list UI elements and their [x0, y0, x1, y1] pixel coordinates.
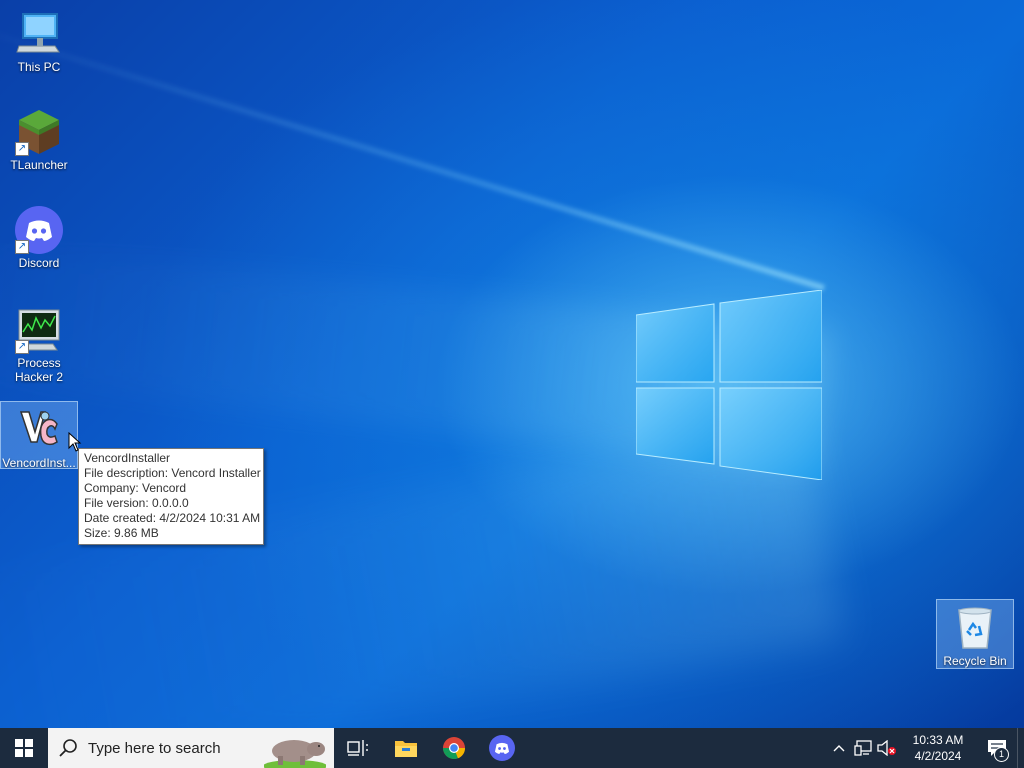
action-center-button[interactable]: 1 — [977, 728, 1017, 768]
notification-count-badge: 1 — [994, 747, 1009, 762]
task-view-icon — [347, 740, 368, 756]
windows-start-icon — [15, 739, 33, 757]
clock-date: 4/2/2024 — [914, 749, 962, 763]
desktop-icon-this-pc[interactable]: This PC — [1, 10, 77, 74]
taskbar-file-explorer[interactable] — [382, 728, 430, 768]
taskbar-search-box[interactable]: Type here to search — [48, 728, 334, 768]
start-button[interactable] — [0, 728, 48, 768]
tooltip-description: File description: Vencord Installer — [84, 466, 261, 480]
desktop-icon-label: TLauncher — [10, 158, 68, 172]
network-button[interactable] — [851, 728, 875, 768]
desktop-icon-label: VencordInst... — [2, 456, 76, 470]
system-tray: 10:33 AM 4/2/2024 1 — [827, 728, 1024, 768]
show-desktop-button[interactable] — [1017, 728, 1024, 768]
light-beam — [0, 21, 825, 291]
desktop-icon-label: Discord — [18, 256, 60, 270]
desktop-icon-vencord-installer[interactable]: VencordInst... — [0, 401, 78, 470]
chevron-up-icon — [833, 745, 845, 752]
clock-time: 10:33 AM — [912, 733, 964, 747]
desktop-icon-label: Process Hacker 2 — [14, 356, 64, 384]
file-info-tooltip: VencordInstaller File description: Venco… — [78, 448, 264, 545]
mouse-cursor-icon — [68, 432, 82, 452]
desktop-icon-label: Recycle Bin — [943, 654, 1007, 668]
desktop-icon-tlauncher[interactable]: ↗ TLauncher — [1, 108, 77, 172]
desktop-icon-label: This PC — [17, 60, 61, 74]
taskbar-chrome[interactable] — [430, 728, 478, 768]
volume-muted-icon — [877, 740, 896, 756]
shortcut-arrow-icon: ↗ — [15, 240, 29, 254]
tooltip-company: Company: Vencord — [84, 481, 187, 495]
tooltip-date-created: Date created: 4/2/2024 10:31 AM — [84, 511, 261, 525]
windows-logo-wallpaper — [636, 290, 822, 480]
tooltip-size: Size: 9.86 MB — [84, 526, 159, 540]
tooltip-name: VencordInstaller — [84, 451, 171, 465]
tooltip-version: File version: 0.0.0.0 — [84, 496, 189, 510]
desktop-background[interactable]: This PC ↗ TLauncher ↗ Discord ↗ Process … — [0, 0, 1024, 728]
task-view-button[interactable] — [334, 728, 382, 768]
computer-icon — [15, 10, 63, 58]
taskbar: Type here to search 10:33 AM 4/2/2024 1 — [0, 728, 1024, 768]
recycle-bin-icon — [951, 604, 999, 652]
search-icon — [59, 739, 77, 757]
show-hidden-icons-button[interactable] — [827, 728, 851, 768]
search-highlight-hippo-image — [264, 740, 326, 768]
taskbar-discord[interactable] — [478, 728, 526, 768]
desktop-icon-discord[interactable]: ↗ Discord — [1, 206, 77, 270]
search-placeholder: Type here to search — [88, 739, 221, 757]
desktop-icon-process-hacker[interactable]: ↗ Process Hacker 2 — [1, 306, 77, 384]
desktop-icon-recycle-bin[interactable]: Recycle Bin — [936, 599, 1014, 669]
vencord-installer-icon — [15, 406, 63, 454]
taskbar-clock[interactable]: 10:33 AM 4/2/2024 — [903, 732, 973, 764]
minecraft-grass-block-icon: ↗ — [15, 108, 63, 156]
volume-button[interactable] — [875, 728, 899, 768]
shortcut-arrow-icon: ↗ — [15, 340, 29, 354]
shortcut-arrow-icon: ↗ — [15, 142, 29, 156]
discord-icon — [489, 735, 515, 761]
network-icon — [854, 740, 872, 756]
chrome-icon — [443, 737, 466, 760]
discord-icon: ↗ — [15, 206, 63, 254]
process-hacker-icon: ↗ — [15, 306, 63, 354]
file-explorer-icon — [395, 741, 417, 757]
